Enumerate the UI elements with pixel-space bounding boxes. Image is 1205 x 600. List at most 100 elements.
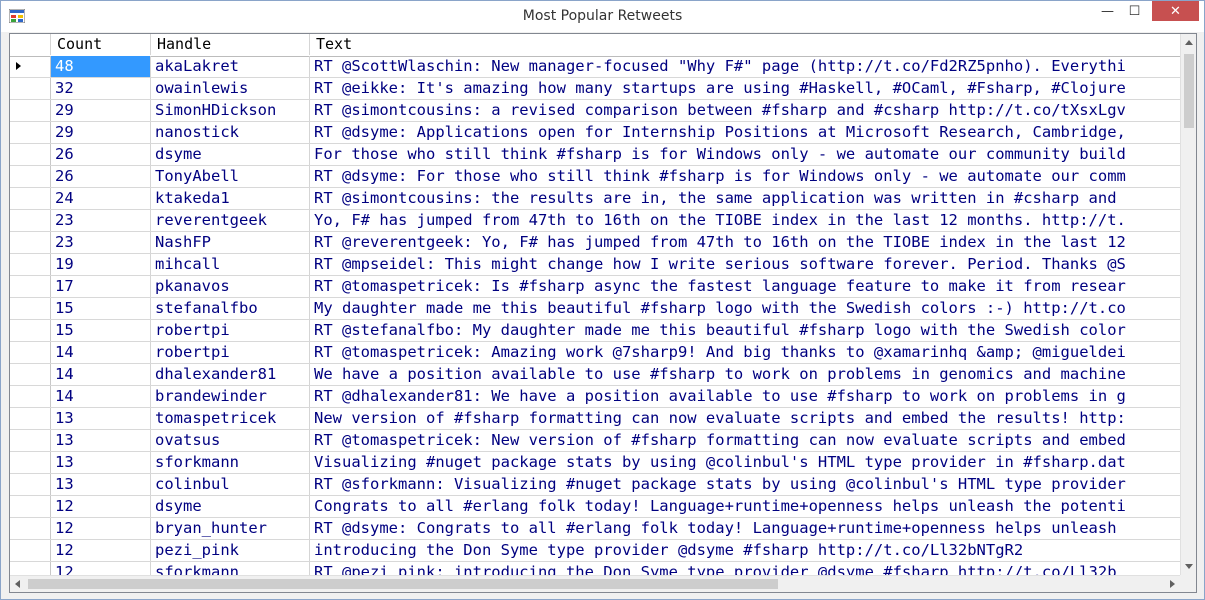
row-header[interactable] xyxy=(10,56,51,77)
count-cell[interactable]: 29 xyxy=(51,122,151,143)
scroll-right-arrow-icon[interactable] xyxy=(1170,580,1175,588)
title-bar[interactable]: Most Popular Retweets — ☐ ✕ xyxy=(1,1,1204,32)
horizontal-scrollbar[interactable] xyxy=(10,575,1180,592)
table-row[interactable]: 15 robertpi RT @stefanalfbo: My daughter m… xyxy=(10,320,1180,342)
table-row[interactable]: 14 brandewinder RT @dhalexander81: We have… xyxy=(10,386,1180,408)
count-cell[interactable]: 12 xyxy=(51,518,151,539)
count-cell[interactable]: 12 xyxy=(51,562,151,576)
table-row[interactable]: 13 ovatsus RT @tomaspetricek: New version … xyxy=(10,430,1180,452)
table-row[interactable]: 13 tomaspetricek New version of #fsharp fo… xyxy=(10,408,1180,430)
table-row[interactable]: 29 nanostick RT @dsyme: Applications open … xyxy=(10,122,1180,144)
text-cell[interactable]: RT @eikke: It's amazing how many startup… xyxy=(310,78,1180,99)
row-header[interactable] xyxy=(10,188,51,209)
table-row[interactable]: 23 NashFP RT @reverentgeek: Yo, F# has jum… xyxy=(10,232,1180,254)
row-header[interactable] xyxy=(10,320,51,341)
row-header[interactable] xyxy=(10,144,51,165)
row-header[interactable] xyxy=(10,166,51,187)
handle-cell[interactable]: mihcall xyxy=(151,254,310,275)
handle-cell[interactable]: bryan_hunter xyxy=(151,518,310,539)
table-row[interactable]: 12 dsyme Congrats to all #erlang folk toda… xyxy=(10,496,1180,518)
row-header[interactable] xyxy=(10,276,51,297)
table-row[interactable]: 12 pezi_pink introducing the Don Syme type… xyxy=(10,540,1180,562)
row-header[interactable] xyxy=(10,254,51,275)
count-cell[interactable]: 13 xyxy=(51,430,151,451)
handle-cell[interactable]: pezi_pink xyxy=(151,540,310,561)
row-header[interactable] xyxy=(10,518,51,539)
count-cell[interactable]: 23 xyxy=(51,210,151,231)
row-header[interactable] xyxy=(10,232,51,253)
count-cell[interactable]: 32 xyxy=(51,78,151,99)
count-cell[interactable]: 12 xyxy=(51,496,151,517)
text-cell[interactable]: RT @dsyme: Applications open for Interns… xyxy=(310,122,1180,143)
row-header[interactable] xyxy=(10,298,51,319)
table-row[interactable]: 15 stefanalfbo My daughter made me this be… xyxy=(10,298,1180,320)
handle-cell[interactable]: dsyme xyxy=(151,496,310,517)
handle-cell[interactable]: SimonHDickson xyxy=(151,100,310,121)
row-header[interactable] xyxy=(10,496,51,517)
handle-cell[interactable]: ktakeda1 xyxy=(151,188,310,209)
table-row[interactable]: 17 pkanavos RT @tomaspetricek: Is #fsharp … xyxy=(10,276,1180,298)
text-cell[interactable]: RT @pezi_pink: introducing the Don Syme … xyxy=(310,562,1180,576)
row-header[interactable] xyxy=(10,474,51,495)
table-row[interactable]: 12 sforkmann RT @pezi_pink: introducing th… xyxy=(10,562,1180,576)
table-row[interactable]: 26 dsyme For those who still think #fsharp… xyxy=(10,144,1180,166)
text-cell[interactable]: RT @tomaspetricek: Amazing work @7sharp9… xyxy=(310,342,1180,363)
table-row[interactable]: 23 reverentgeek Yo, F# has jumped from 47t… xyxy=(10,210,1180,232)
text-cell[interactable]: RT @reverentgeek: Yo, F# has jumped from… xyxy=(310,232,1180,253)
row-header[interactable] xyxy=(10,386,51,407)
count-cell[interactable]: 14 xyxy=(51,386,151,407)
text-cell[interactable]: Yo, F# has jumped from 47th to 16th on t… xyxy=(310,210,1180,231)
count-cell[interactable]: 26 xyxy=(51,144,151,165)
text-cell[interactable]: introducing the Don Syme type provider @… xyxy=(310,540,1180,561)
handle-cell[interactable]: sforkmann xyxy=(151,562,310,576)
row-header[interactable] xyxy=(10,364,51,385)
row-header[interactable] xyxy=(10,342,51,363)
scroll-left-arrow-icon[interactable] xyxy=(15,580,20,588)
handle-cell[interactable]: pkanavos xyxy=(151,276,310,297)
text-cell[interactable]: RT @sforkmann: Visualizing #nuget packag… xyxy=(310,474,1180,495)
select-all-corner[interactable] xyxy=(10,34,51,55)
table-row[interactable]: 13 colinbul RT @sforkmann: Visualizing #nu… xyxy=(10,474,1180,496)
text-cell[interactable]: RT @dsyme: For those who still think #fs… xyxy=(310,166,1180,187)
text-cell[interactable]: RT @tomaspetricek: Is #fsharp async the … xyxy=(310,276,1180,297)
handle-cell[interactable]: brandewinder xyxy=(151,386,310,407)
column-header-handle[interactable]: Handle xyxy=(151,34,310,55)
table-row[interactable]: 19 mihcall RT @mpseidel: This might change… xyxy=(10,254,1180,276)
table-row[interactable]: 14 dhalexander81 We have a position availa… xyxy=(10,364,1180,386)
handle-cell[interactable]: colinbul xyxy=(151,474,310,495)
text-cell[interactable]: Congrats to all #erlang folk today! Lang… xyxy=(310,496,1180,517)
row-header[interactable] xyxy=(10,100,51,121)
row-header[interactable] xyxy=(10,210,51,231)
handle-cell[interactable]: robertpi xyxy=(151,320,310,341)
count-cell[interactable]: 24 xyxy=(51,188,151,209)
column-header-count[interactable]: Count xyxy=(51,34,151,55)
count-cell[interactable]: 48 xyxy=(51,56,151,77)
count-cell[interactable]: 29 xyxy=(51,100,151,121)
count-cell[interactable]: 13 xyxy=(51,408,151,429)
text-cell[interactable]: For those who still think #fsharp is for… xyxy=(310,144,1180,165)
count-cell[interactable]: 13 xyxy=(51,474,151,495)
row-header[interactable] xyxy=(10,122,51,143)
handle-cell[interactable]: owainlewis xyxy=(151,78,310,99)
table-row[interactable]: 29 SimonHDickson RT @simontcousins: a revi… xyxy=(10,100,1180,122)
text-cell[interactable]: RT @mpseidel: This might change how I wr… xyxy=(310,254,1180,275)
scroll-up-arrow-icon[interactable] xyxy=(1185,40,1193,45)
row-header[interactable] xyxy=(10,540,51,561)
retweets-datagrid[interactable]: Count Handle Text 48 akaLakret RT @ScottWl… xyxy=(9,33,1197,593)
text-cell[interactable]: My daughter made me this beautiful #fsha… xyxy=(310,298,1180,319)
row-header[interactable] xyxy=(10,78,51,99)
table-row[interactable]: 12 bryan_hunter RT @dsyme: Congrats to all… xyxy=(10,518,1180,540)
count-cell[interactable]: 12 xyxy=(51,540,151,561)
close-button[interactable]: ✕ xyxy=(1152,1,1199,21)
text-cell[interactable]: New version of #fsharp formatting can no… xyxy=(310,408,1180,429)
table-row[interactable]: 26 TonyAbell RT @dsyme: For those who stil… xyxy=(10,166,1180,188)
vertical-scrollbar[interactable] xyxy=(1180,34,1196,575)
handle-cell[interactable]: dhalexander81 xyxy=(151,364,310,385)
minimize-button[interactable]: — xyxy=(1094,1,1121,22)
count-cell[interactable]: 23 xyxy=(51,232,151,253)
row-header[interactable] xyxy=(10,452,51,473)
horizontal-scroll-thumb[interactable] xyxy=(28,579,778,589)
text-cell[interactable]: RT @stefanalfbo: My daughter made me thi… xyxy=(310,320,1180,341)
text-cell[interactable]: RT @ScottWlaschin: New manager-focused "… xyxy=(310,56,1180,77)
text-cell[interactable]: We have a position available to use #fsh… xyxy=(310,364,1180,385)
